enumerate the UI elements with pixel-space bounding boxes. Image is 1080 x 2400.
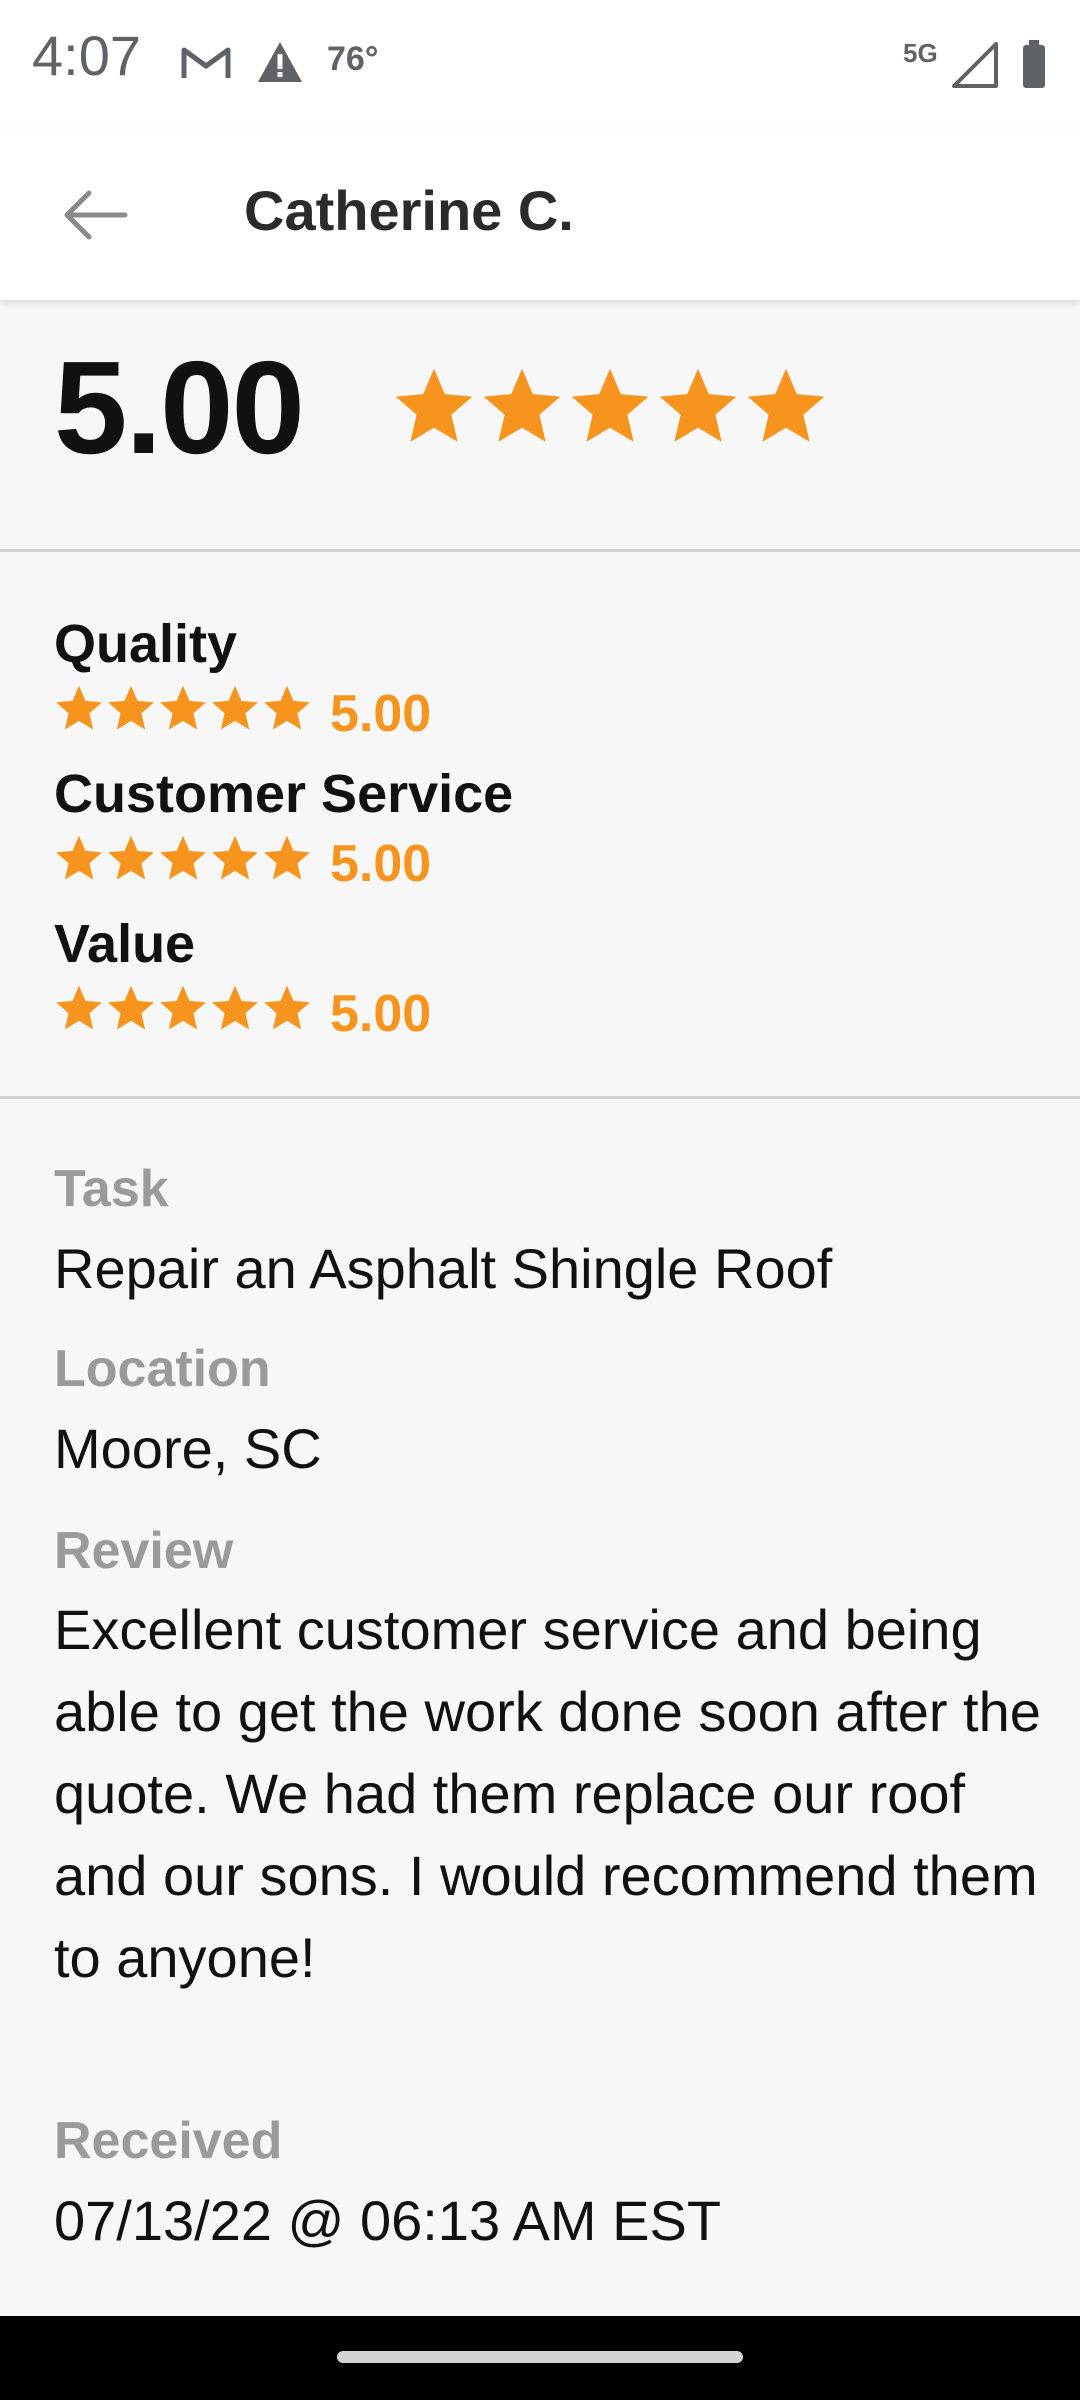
star-icon (264, 836, 310, 880)
star-icon (56, 986, 102, 1030)
alert-icon (256, 40, 304, 84)
star-icon (264, 686, 310, 730)
star-icon (108, 986, 154, 1030)
signal-icon (952, 42, 998, 88)
status-temperature: 76° (327, 40, 379, 78)
star-icon (212, 836, 258, 880)
star-icon (160, 836, 206, 880)
battery-icon (1020, 38, 1048, 90)
received-label: Received (54, 2112, 283, 2170)
subrating-stars (54, 834, 312, 882)
subrating-value: 5.00 (330, 685, 432, 744)
subrating-label: Value (54, 914, 196, 974)
star-icon (56, 686, 102, 730)
star-icon (483, 368, 561, 442)
subrating-stars (54, 684, 312, 732)
subratings-section: Quality 5.00 Customer Service 5.00 Value… (0, 553, 1080, 1097)
page-title: Catherine C. (244, 179, 574, 242)
star-icon (108, 686, 154, 730)
star-icon (747, 368, 825, 442)
location-label: Location (54, 1340, 271, 1398)
review-label: Review (54, 1522, 234, 1580)
subrating-customer-service: Customer Service 5.00 (54, 764, 514, 890)
subrating-stars (54, 984, 312, 1032)
subrating-label: Customer Service (54, 764, 514, 824)
review-text: Excellent customer service and being abl… (54, 1598, 1041, 1989)
subrating-quality: Quality 5.00 (54, 614, 431, 740)
star-icon (212, 986, 258, 1030)
status-bar: 4:07 76° 5G (0, 0, 1080, 130)
star-icon (108, 836, 154, 880)
overall-rating-section: 5.00 (0, 300, 1080, 550)
gmail-icon (180, 44, 232, 82)
star-icon (659, 368, 737, 442)
star-icon (395, 368, 473, 442)
back-button[interactable] (44, 170, 144, 260)
star-icon (56, 836, 102, 880)
overall-star-rating (392, 366, 828, 446)
divider (0, 549, 1080, 552)
task-label: Task (54, 1160, 169, 1218)
system-navigation-bar (0, 2316, 1080, 2400)
star-icon (571, 368, 649, 442)
received-value: 07/13/22 @ 06:13 AM EST (54, 2189, 722, 2252)
star-icon (160, 986, 206, 1030)
location-value: Moore, SC (54, 1417, 322, 1480)
star-icon (264, 986, 310, 1030)
subrating-value: 5.00 (330, 835, 432, 894)
subrating-value: 5.00 (330, 985, 432, 1044)
divider (0, 1096, 1080, 1099)
subrating-label: Quality (54, 614, 238, 674)
status-time: 4:07 (32, 24, 141, 87)
arrow-back-icon (64, 190, 128, 240)
home-indicator[interactable] (337, 2351, 743, 2363)
overall-rating-value: 5.00 (54, 334, 305, 481)
subrating-value-category: Value 5.00 (54, 914, 431, 1040)
top-app-bar: Catherine C. (0, 130, 1080, 300)
star-icon (160, 686, 206, 730)
network-type: 5G (903, 38, 938, 68)
task-value: Repair an Asphalt Shingle Roof (54, 1237, 833, 1300)
star-icon (212, 686, 258, 730)
